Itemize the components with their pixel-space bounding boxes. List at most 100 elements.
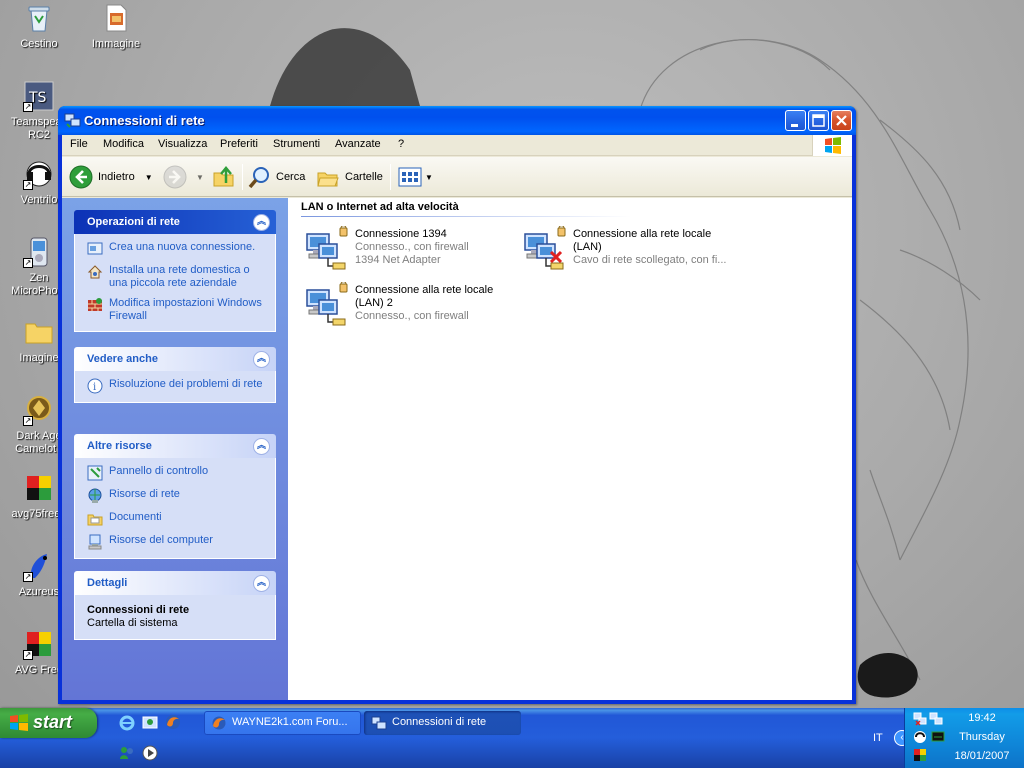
network-tasks-title: Operazioni di rete: [87, 216, 180, 228]
connection-item[interactable]: Connessione 1394 Connesso., con firewall…: [303, 226, 508, 278]
connection-item[interactable]: Connessione alla rete locale (LAN) 2 Con…: [303, 282, 508, 334]
avg-icon: ↗: [23, 628, 55, 660]
collapse-chevron-icon[interactable]: ︽: [253, 214, 270, 231]
menu-file[interactable]: File: [70, 138, 88, 150]
image-file-icon: [100, 2, 132, 34]
close-button[interactable]: [831, 110, 852, 131]
connection-text: Connessione 1394 Connesso., con firewall…: [355, 228, 505, 267]
create-connection-label: Crea una nuova connessione.: [109, 241, 256, 253]
maximize-button[interactable]: [808, 110, 829, 131]
folders-button[interactable]: Cartelle: [316, 163, 383, 191]
shortcut-arrow-icon: ↗: [23, 258, 33, 268]
firewall-settings-link[interactable]: Modifica impostazioni Windows Firewall: [87, 297, 267, 323]
taskbar: start WAYNE2k1.com Foru... Connessioni d…: [0, 708, 1024, 768]
menu-help[interactable]: ?: [398, 138, 404, 150]
firefox-icon: [212, 716, 226, 730]
network-tray-icon[interactable]: [913, 712, 927, 726]
clock-date: 18/01/2007: [954, 750, 1010, 762]
messenger-icon[interactable]: [118, 744, 136, 762]
taskbar-button-network-connections[interactable]: Connessioni di rete: [364, 711, 521, 735]
network-connections-window: Connessioni di rete File Modifica Visual…: [58, 106, 856, 704]
firewall-icon: [88, 298, 102, 311]
network-connection-icon: [306, 226, 348, 270]
control-panel-icon: [87, 465, 103, 481]
internet-explorer-icon[interactable]: [118, 714, 136, 732]
show-desktop-icon[interactable]: [141, 714, 159, 732]
collapse-chevron-icon[interactable]: ︽: [253, 351, 270, 368]
search-icon: [248, 167, 269, 189]
window-body: File Modifica Visualizza Preferiti Strum…: [62, 135, 852, 700]
details-type: Cartella di sistema: [87, 617, 178, 629]
menu-preferiti[interactable]: Preferiti: [220, 138, 258, 150]
details-header[interactable]: Dettagli ︽: [74, 571, 276, 595]
search-button[interactable]: Cerca: [248, 163, 305, 191]
home-network-icon: [87, 265, 103, 279]
window-title: Connessioni di rete: [84, 113, 205, 128]
ventrilo-headset-icon: ↗: [23, 158, 55, 190]
avg-tray-icon[interactable]: [913, 748, 927, 762]
desktop-icon-label: Cestino: [20, 38, 58, 50]
forward-button[interactable]: ▼: [162, 163, 204, 191]
menu-visualizza[interactable]: Visualizza: [158, 138, 207, 150]
taskbar-button-firefox[interactable]: WAYNE2k1.com Foru...: [204, 711, 361, 735]
documents-link[interactable]: Documenti: [87, 511, 267, 527]
clock-day: Thursday: [959, 731, 1005, 743]
create-connection-link[interactable]: Crea una nuova connessione.: [87, 241, 267, 257]
network-tasks-header[interactable]: Operazioni di rete ︽: [74, 210, 276, 234]
shortcut-arrow-icon: ↗: [23, 180, 33, 190]
azureus-frog-icon: ↗: [23, 550, 55, 582]
network-connections-icon: [64, 113, 81, 128]
back-button[interactable]: Indietro ▼: [68, 163, 153, 191]
media-player-icon[interactable]: [141, 744, 159, 762]
connection-device: 1394 Net Adapter: [355, 254, 441, 266]
connection-name: Connessione alla rete locale (LAN): [573, 228, 712, 253]
collapse-chevron-icon[interactable]: ︽: [253, 575, 270, 592]
setup-home-network-link[interactable]: Installa una rete domestica o una piccol…: [87, 264, 267, 290]
control-panel-link[interactable]: Pannello di controllo: [87, 465, 267, 481]
network-connection-icon: [306, 282, 348, 326]
group-header: LAN o Internet ad alta velocità: [301, 201, 459, 213]
troubleshooting-label: Risoluzione dei problemi di rete: [109, 378, 263, 390]
shortcut-arrow-icon: ↗: [23, 416, 33, 426]
toolbar-separator: [390, 164, 391, 190]
firefox-icon[interactable]: [164, 713, 182, 731]
minimize-button[interactable]: [785, 110, 806, 131]
views-grid-icon: [398, 167, 422, 187]
globe-network-icon: [88, 488, 102, 503]
network-tray-icon[interactable]: [929, 712, 943, 726]
menu-strumenti[interactable]: Strumenti: [273, 138, 320, 150]
desktop-icon-immagine[interactable]: Immagine: [79, 2, 153, 51]
views-dropdown-icon: ▼: [425, 172, 433, 182]
taskbar-button-label: WAYNE2k1.com Foru...: [232, 716, 348, 728]
clock-time[interactable]: 19:42: [945, 712, 1019, 724]
troubleshooting-link[interactable]: i Risoluzione dei problemi di rete: [87, 378, 267, 394]
network-connection-disconnected-icon: [524, 226, 566, 270]
desktop-icon-recycle-bin[interactable]: Cestino: [2, 2, 76, 51]
documents-folder-icon: [87, 514, 103, 526]
computer-icon: [88, 534, 102, 550]
collapse-chevron-icon[interactable]: ︽: [253, 438, 270, 455]
monitor-tray-icon[interactable]: [931, 730, 945, 744]
details-title: Dettagli: [87, 577, 128, 589]
language-indicator[interactable]: IT: [873, 732, 883, 744]
menu-modifica[interactable]: Modifica: [103, 138, 144, 150]
content-area: Operazioni di rete ︽ Crea una nuova conn…: [62, 198, 852, 700]
menu-avanzate[interactable]: Avanzate: [335, 138, 381, 150]
game-emblem-icon: ↗: [23, 394, 55, 426]
other-places-title: Altre risorse: [87, 440, 152, 452]
other-places-header[interactable]: Altre risorse ︽: [74, 434, 276, 458]
up-folder-button[interactable]: [212, 163, 236, 191]
folders-button-label: Cartelle: [345, 171, 383, 183]
my-computer-link[interactable]: Risorse del computer: [87, 534, 267, 550]
start-button[interactable]: start: [0, 708, 97, 738]
back-dropdown-icon[interactable]: ▼: [145, 173, 153, 182]
headset-tray-icon[interactable]: [913, 730, 927, 744]
network-places-link[interactable]: Risorse di rete: [87, 488, 267, 504]
connection-item[interactable]: Connessione alla rete locale (LAN) Cavo …: [521, 226, 741, 278]
network-places-label: Risorse di rete: [109, 488, 180, 500]
title-bar[interactable]: Connessioni di rete: [58, 106, 856, 135]
views-button[interactable]: ▼: [398, 163, 433, 191]
windows-flag-icon: [10, 714, 28, 731]
details-body: Connessioni di rete Cartella di sistema: [74, 595, 276, 640]
see-also-header[interactable]: Vedere anche ︽: [74, 347, 276, 371]
